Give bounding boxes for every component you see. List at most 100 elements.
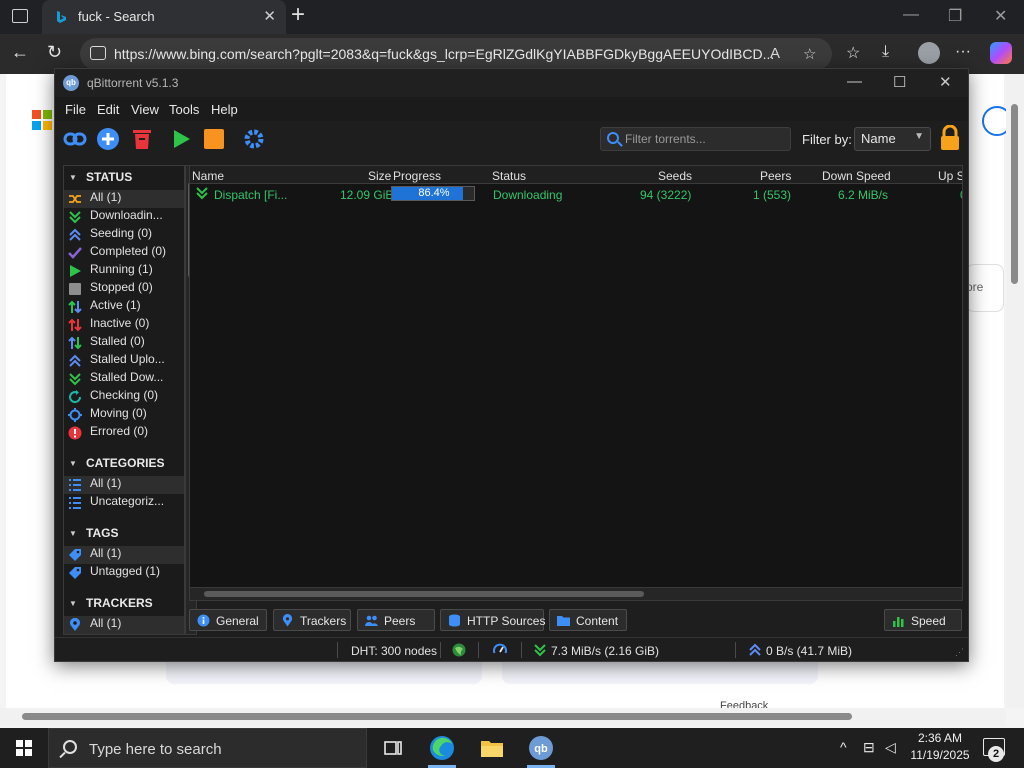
connection-status-icon[interactable] bbox=[452, 643, 466, 657]
trackers-section-header[interactable]: TRACKERS bbox=[64, 596, 184, 614]
transfer-list-hscroll-thumb[interactable] bbox=[204, 591, 644, 597]
status-filter-stopped[interactable]: Stopped (0) bbox=[64, 280, 184, 298]
add-torrent-file-icon[interactable] bbox=[96, 127, 120, 151]
edge-browser-icon[interactable] bbox=[428, 734, 456, 762]
list-icon bbox=[69, 497, 81, 509]
volume-muted-icon[interactable]: ◁ bbox=[885, 739, 896, 756]
status-filter-completed[interactable]: Completed (0) bbox=[64, 244, 184, 262]
qb-maximize-icon[interactable]: ☐ bbox=[893, 73, 906, 91]
qb-close-icon[interactable]: ✕ bbox=[939, 73, 952, 91]
delete-torrent-icon[interactable] bbox=[130, 127, 154, 151]
status-filter-stalled-downloading[interactable]: Stalled Dow... bbox=[64, 370, 184, 388]
favorites-icon[interactable]: ☆ bbox=[846, 43, 860, 63]
downloads-icon[interactable]: ⤓ bbox=[882, 43, 889, 61]
torrent-row[interactable]: Dispatch [Fi... 12.09 GiB 86.4% Download… bbox=[190, 185, 962, 203]
tag-filter-untagged[interactable]: Untagged (1) bbox=[64, 564, 184, 582]
column-seeds[interactable]: Seeds bbox=[658, 169, 692, 183]
back-icon[interactable]: ← bbox=[11, 42, 29, 63]
tab-general[interactable]: General bbox=[189, 609, 267, 631]
start-windows-icon[interactable] bbox=[16, 740, 32, 756]
column-down-speed[interactable]: Down Speed bbox=[822, 169, 891, 183]
filter-torrents-input[interactable] bbox=[625, 131, 785, 147]
tab-peers[interactable]: Peers bbox=[357, 609, 435, 631]
menu-file[interactable]: File bbox=[65, 102, 86, 117]
menu-tools[interactable]: Tools bbox=[169, 102, 199, 117]
network-icon[interactable]: ⊟ bbox=[863, 739, 875, 756]
tab-actions-icon[interactable] bbox=[12, 9, 28, 23]
page-vertical-scrollbar[interactable] bbox=[1006, 74, 1024, 708]
download-speed-text[interactable]: 7.3 MiB/s (2.16 GiB) bbox=[551, 644, 659, 658]
tags-section-header[interactable]: TAGS bbox=[64, 526, 184, 544]
status-filter-running[interactable]: Running (1) bbox=[64, 262, 184, 280]
new-tab-icon[interactable]: + bbox=[291, 3, 305, 27]
browser-minimize-icon[interactable]: — bbox=[903, 6, 919, 24]
tag-filter-all[interactable]: All (1) bbox=[64, 546, 184, 564]
tab-general-label: General bbox=[216, 614, 259, 628]
address-bar-url[interactable]: https://www.bing.com/search?pglt=2083&q=… bbox=[114, 46, 774, 62]
copilot-icon[interactable] bbox=[990, 42, 1012, 64]
status-filter-seeding[interactable]: Seeding (0) bbox=[64, 226, 184, 244]
status-filter-moving[interactable]: Moving (0) bbox=[64, 406, 184, 424]
site-info-icon[interactable] bbox=[90, 46, 106, 60]
browser-restore-icon[interactable]: ❐ bbox=[948, 6, 962, 26]
taskbar-clock[interactable]: 2:36 AM 11/19/2025 bbox=[900, 730, 980, 764]
tab-http-sources[interactable]: HTTP Sources bbox=[440, 609, 545, 631]
start-torrent-icon[interactable] bbox=[169, 127, 193, 151]
browser-tab-active[interactable]: fuck - Search ✕ bbox=[42, 0, 286, 34]
status-section-header[interactable]: STATUS bbox=[64, 170, 184, 188]
profile-avatar[interactable] bbox=[918, 42, 940, 64]
read-aloud-icon[interactable]: A bbox=[770, 45, 780, 62]
favorite-star-icon[interactable]: ☆ bbox=[803, 45, 816, 63]
menu-edit[interactable]: Edit bbox=[97, 102, 119, 117]
stop-torrent-icon[interactable] bbox=[202, 127, 226, 151]
taskbar-search-box[interactable]: Type here to search bbox=[48, 728, 367, 768]
resize-grip-icon[interactable]: ⋰ bbox=[955, 647, 964, 658]
column-progress[interactable]: Progress bbox=[393, 169, 441, 183]
qb-titlebar[interactable]: qb qBittorrent v5.1.3 — ☐ ✕ bbox=[55, 69, 968, 97]
status-filter-errored[interactable]: Errored (0) bbox=[64, 424, 184, 442]
categories-section-header[interactable]: CATEGORIES bbox=[64, 456, 184, 474]
page-vscroll-thumb[interactable] bbox=[1011, 104, 1018, 284]
column-size[interactable]: Size bbox=[368, 169, 391, 183]
category-filter-uncategorized[interactable]: Uncategoriz... bbox=[64, 494, 184, 512]
tracker-filter-all[interactable]: All (1) bbox=[64, 616, 184, 634]
qbittorrent-taskbar-icon[interactable]: qb bbox=[527, 734, 555, 762]
category-filter-all[interactable]: All (1) bbox=[64, 476, 184, 494]
more-menu-icon[interactable]: ··· bbox=[955, 43, 971, 61]
browser-close-icon[interactable]: ✕ bbox=[994, 6, 1007, 26]
filter-by-select[interactable]: Name ▼ bbox=[854, 127, 931, 151]
refresh-icon[interactable]: ↻ bbox=[47, 42, 62, 63]
status-filter-stalled-uploading[interactable]: Stalled Uplo... bbox=[64, 352, 184, 370]
tab-content[interactable]: Content bbox=[549, 609, 627, 631]
column-name[interactable]: Name bbox=[192, 169, 224, 183]
menu-help[interactable]: Help bbox=[211, 102, 238, 117]
column-status[interactable]: Status bbox=[492, 169, 526, 183]
status-filter-active[interactable]: Active (1) bbox=[64, 298, 184, 316]
column-up-speed[interactable]: Up S bbox=[938, 169, 962, 183]
status-filter-inactive[interactable]: Inactive (0) bbox=[64, 316, 184, 334]
upload-speed-text[interactable]: 0 B/s (41.7 MiB) bbox=[766, 644, 852, 658]
page-hscroll-thumb[interactable] bbox=[22, 713, 852, 720]
speed-limit-icon[interactable] bbox=[493, 643, 507, 657]
column-peers[interactable]: Peers bbox=[760, 169, 791, 183]
add-torrent-link-icon[interactable] bbox=[63, 127, 87, 151]
options-gear-icon[interactable] bbox=[242, 127, 266, 151]
tab-speed[interactable]: Speed bbox=[884, 609, 962, 631]
transfer-list-hscrollbar[interactable] bbox=[189, 587, 963, 601]
task-view-icon[interactable] bbox=[379, 734, 407, 762]
status-filter-checking[interactable]: Checking (0) bbox=[64, 388, 184, 406]
tab-close-icon[interactable]: ✕ bbox=[263, 7, 276, 25]
file-explorer-icon[interactable] bbox=[478, 734, 506, 762]
filter-torrents-box[interactable] bbox=[600, 127, 791, 151]
lock-icon[interactable] bbox=[939, 125, 961, 151]
microsoft-logo-icon[interactable] bbox=[32, 110, 52, 130]
address-bar[interactable]: https://www.bing.com/search?pglt=2083&q=… bbox=[80, 38, 832, 70]
qb-minimize-icon[interactable]: — bbox=[847, 73, 862, 90]
status-filter-all[interactable]: All (1) bbox=[64, 190, 184, 208]
status-filter-stalled[interactable]: Stalled (0) bbox=[64, 334, 184, 352]
page-horizontal-scrollbar[interactable] bbox=[0, 708, 1006, 726]
status-filter-downloading[interactable]: Downloadin... bbox=[64, 208, 184, 226]
tab-trackers[interactable]: Trackers bbox=[273, 609, 351, 631]
show-hidden-icons-chevron-up-icon[interactable]: ^ bbox=[840, 739, 847, 755]
menu-view[interactable]: View bbox=[131, 102, 159, 117]
